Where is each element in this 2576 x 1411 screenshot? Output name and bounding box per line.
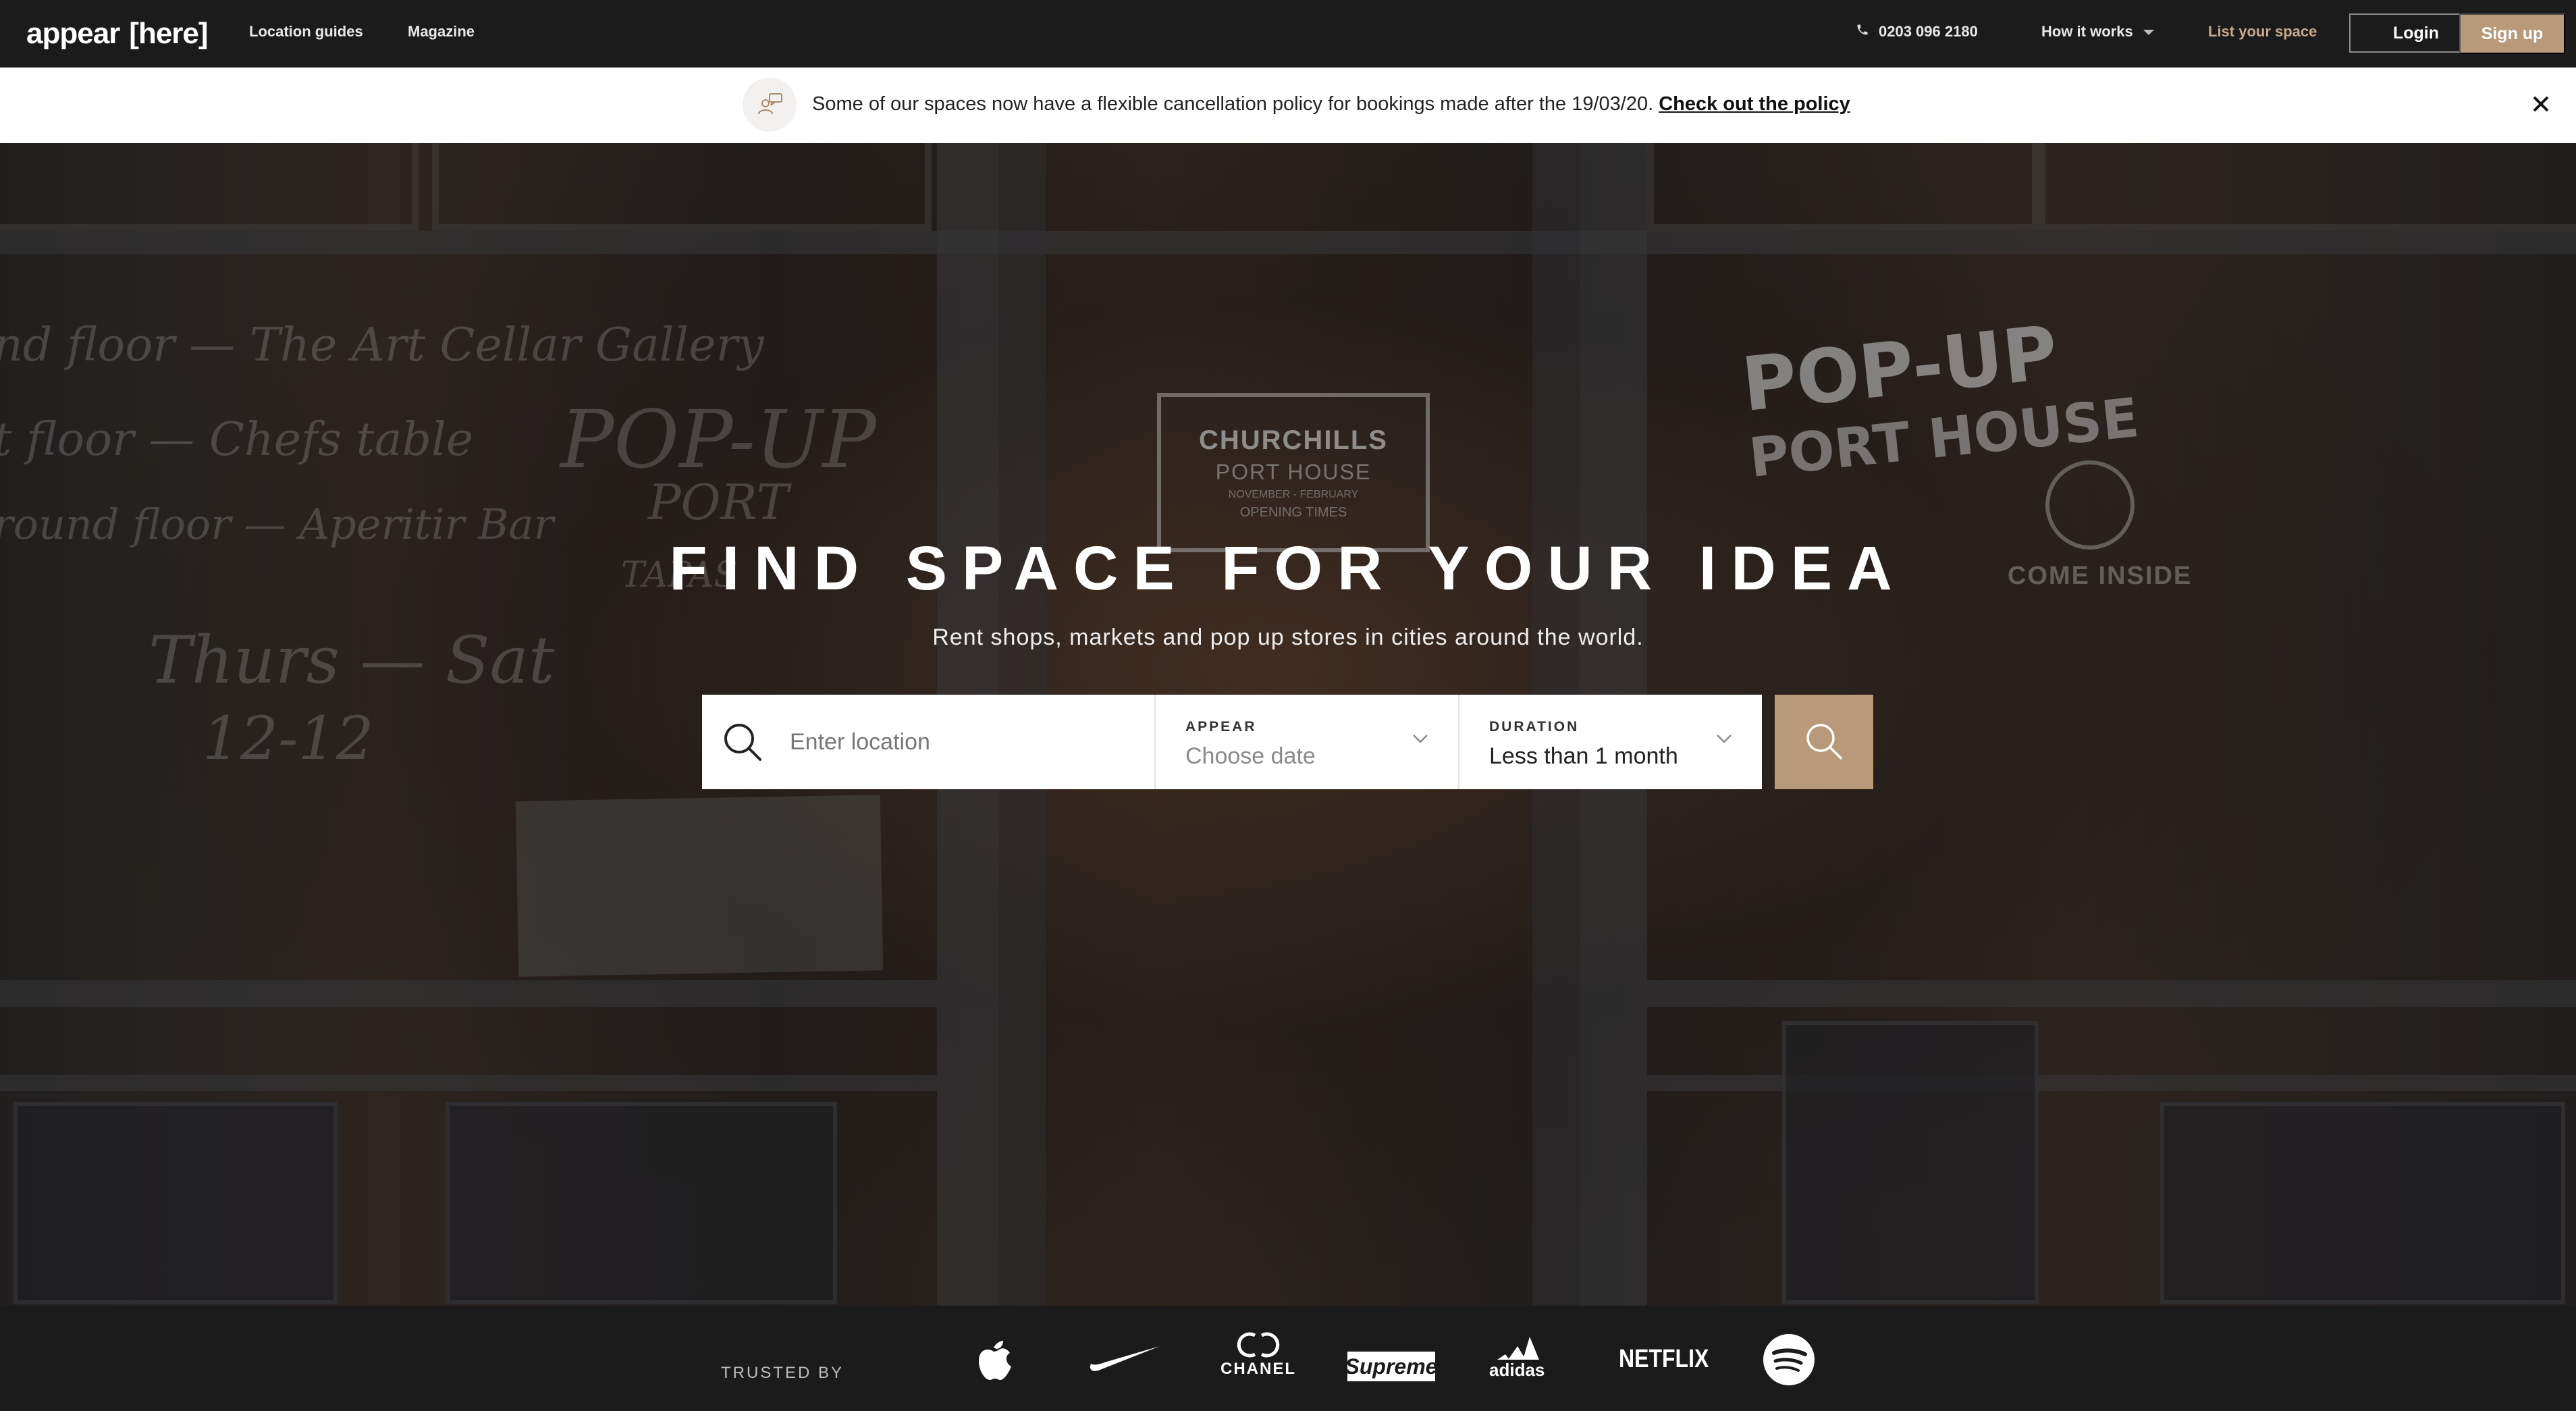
phone-number: 0203 096 2180 bbox=[1879, 23, 1978, 40]
nav-magazine[interactable]: Magazine bbox=[408, 23, 475, 41]
chat-bubble-icon bbox=[743, 78, 797, 132]
notice-message: Some of our spaces now have a flexible c… bbox=[812, 93, 1850, 115]
logo-word: appear bbox=[26, 17, 120, 50]
check-policy-link[interactable]: Check out the policy bbox=[1659, 93, 1850, 115]
close-icon[interactable] bbox=[2526, 89, 2556, 119]
netflix-wordmark: NETFLIX bbox=[1619, 1343, 1709, 1373]
trusted-by-label: TRUSTED BY bbox=[721, 1364, 844, 1382]
spotify-logo bbox=[1762, 1333, 1816, 1387]
duration-select[interactable]: DURATION Less than 1 month bbox=[1459, 695, 1762, 789]
search-form: APPEAR Choose date DURATION Less than 1 … bbox=[702, 695, 1762, 789]
duration-label: DURATION bbox=[1489, 719, 1580, 735]
chevron-down-icon bbox=[1716, 734, 1732, 747]
nav-location-guides[interactable]: Location guides bbox=[249, 23, 363, 41]
list-your-space-link[interactable]: List your space bbox=[2208, 23, 2317, 41]
search-icon bbox=[722, 722, 763, 766]
appear-label: APPEAR bbox=[1185, 719, 1257, 735]
duration-value: Less than 1 month bbox=[1489, 743, 1678, 769]
adidas-wordmark: adidas bbox=[1489, 1360, 1545, 1380]
top-navigation-bar: appear [here] Location guides Magazine 0… bbox=[0, 0, 2576, 68]
how-it-works-label: How it works bbox=[2041, 23, 2133, 40]
adidas-logo: adidas bbox=[1489, 1333, 1545, 1381]
location-field bbox=[702, 695, 1156, 789]
chanel-wordmark: CHANEL bbox=[1220, 1360, 1296, 1378]
location-input[interactable] bbox=[788, 722, 1142, 762]
chanel-logo: CHANEL bbox=[1220, 1330, 1296, 1379]
notice-text: Some of our spaces now have a flexible c… bbox=[812, 93, 1654, 115]
appear-date-select[interactable]: APPEAR Choose date bbox=[1156, 695, 1459, 789]
appear-here-logo[interactable]: appear [here] bbox=[26, 15, 209, 53]
trusted-by-bar: TRUSTED BY CHANEL Supreme adidas NETFLIX bbox=[0, 1306, 2576, 1411]
supreme-wordmark: Supreme bbox=[1345, 1354, 1438, 1379]
nike-logo bbox=[1088, 1341, 1162, 1375]
hero-subtitle: Rent shops, markets and pop up stores in… bbox=[932, 624, 1644, 650]
how-it-works-dropdown[interactable]: How it works bbox=[2041, 23, 2155, 41]
search-button[interactable] bbox=[1775, 695, 1873, 789]
appear-placeholder: Choose date bbox=[1185, 743, 1316, 769]
caret-down-icon bbox=[2143, 23, 2155, 41]
search-icon bbox=[1804, 721, 1844, 764]
hero-title: FIND SPACE FOR YOUR IDEA bbox=[669, 534, 1907, 603]
chevron-down-icon bbox=[1412, 734, 1428, 747]
supreme-logo: Supreme bbox=[1345, 1352, 1438, 1381]
cancellation-policy-banner: Some of our spaces now have a flexible c… bbox=[0, 68, 2576, 143]
logo-bracket: [here] bbox=[129, 17, 208, 50]
phone-icon bbox=[1856, 23, 1869, 41]
phone-link[interactable]: 0203 096 2180 bbox=[1856, 23, 1978, 41]
netflix-logo: NETFLIX bbox=[1619, 1343, 1709, 1373]
signup-button[interactable]: Sign up bbox=[2459, 14, 2565, 54]
apple-logo bbox=[973, 1335, 1014, 1383]
